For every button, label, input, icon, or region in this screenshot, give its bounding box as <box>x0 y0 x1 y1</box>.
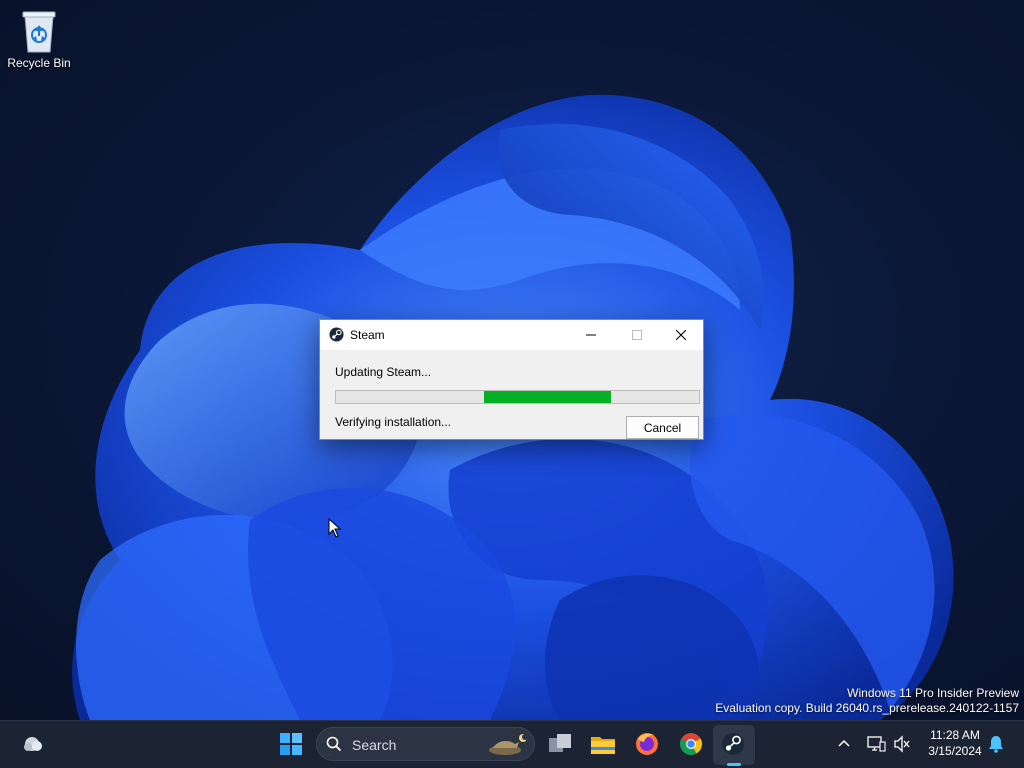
progress-bar <box>335 390 700 404</box>
taskbar-search[interactable]: Search <box>316 727 535 761</box>
steam-taskbar-icon[interactable] <box>718 729 748 759</box>
status-text: Updating Steam... <box>335 365 432 379</box>
windows-start-icon[interactable] <box>276 729 306 759</box>
close-button[interactable] <box>658 320 704 350</box>
dialog-titlebar[interactable]: Steam <box>320 320 703 350</box>
minimize-button[interactable] <box>568 320 614 350</box>
search-highlight-icon <box>489 734 528 755</box>
steam-icon <box>329 327 344 342</box>
chrome-icon[interactable] <box>676 729 706 759</box>
watermark-edition: Windows 11 Pro Insider Preview <box>847 686 1019 700</box>
notification-bell-icon[interactable] <box>988 735 1004 753</box>
maximize-icon <box>632 330 642 340</box>
search-placeholder: Search <box>352 737 397 753</box>
windows-watermark: Windows 11 Pro Insider Preview Evaluatio… <box>715 686 1019 716</box>
detail-text: Verifying installation... <box>335 415 452 429</box>
firefox-icon[interactable] <box>632 729 662 759</box>
cancel-button[interactable]: Cancel <box>626 416 699 439</box>
file-explorer-icon[interactable] <box>588 729 618 759</box>
minimize-icon <box>586 334 596 336</box>
dialog-title: Steam <box>350 328 385 342</box>
watermark-build: Evaluation copy. Build 26040.rs_prerelea… <box>715 701 1019 715</box>
steam-update-dialog: Steam Updating Steam... Verifying instal… <box>319 319 704 440</box>
progress-fill <box>484 391 611 403</box>
active-app-indicator <box>727 763 741 766</box>
recycle-bin-icon <box>22 11 56 53</box>
recycle-bin-label: Recycle Bin <box>7 56 71 70</box>
network-icon[interactable] <box>866 734 886 754</box>
clock-time: 11:28 AM <box>930 728 980 742</box>
close-icon <box>676 330 686 340</box>
desktop-icon-recycle-bin[interactable]: Recycle Bin <box>4 6 74 78</box>
task-view-icon[interactable] <box>545 729 575 759</box>
mouse-cursor-icon <box>328 518 342 538</box>
taskbar: Search 11:28 AM 3/15/2024 <box>0 720 1024 768</box>
maximize-button <box>614 320 660 350</box>
taskbar-clock[interactable]: 11:28 AM 3/15/2024 <box>920 727 990 759</box>
volume-muted-icon[interactable] <box>893 735 911 753</box>
chevron-up-icon[interactable] <box>836 736 852 752</box>
weather-icon[interactable] <box>18 729 48 759</box>
clock-date: 3/15/2024 <box>928 744 982 758</box>
search-icon <box>326 736 342 752</box>
